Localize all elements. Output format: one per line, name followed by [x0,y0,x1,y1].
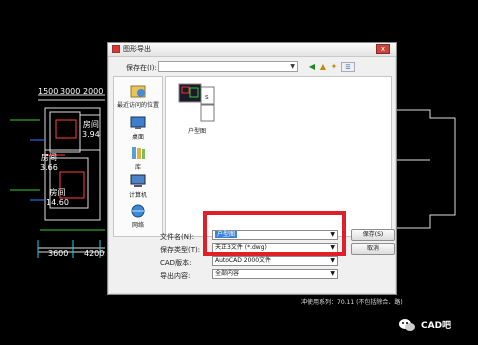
dialog-titlebar[interactable]: 图形导出 x [108,43,396,57]
recent-places-icon [129,83,147,99]
export-content-label: 导出内容: [160,272,191,280]
room-label-2: 房间 3.66 [40,153,58,172]
filename-label: 文件名(N): [160,233,195,241]
library-icon [129,145,147,161]
command-status-text: 冲使用系列：70.11 (不包括除合、路) [301,299,403,306]
chevron-down-icon: ▼ [330,257,335,264]
dim-top-1: 1500 [38,87,59,96]
place-library[interactable]: 库 [114,145,162,171]
wechat-icon [399,317,415,331]
back-icon[interactable]: ◀ [307,62,317,72]
up-folder-icon[interactable]: ▲ [318,62,328,72]
dim-bottom-1: 3600 [48,249,69,258]
dialog-title: 图形导出 [123,45,151,53]
place-label: 桌面 [131,134,144,141]
highlight-box [203,211,346,256]
save-in-select[interactable]: ▼ [158,61,298,72]
computer-icon [129,173,147,189]
svg-text:s: s [205,93,209,101]
room-label-1: 房间 3.94 [82,120,100,139]
cad-version-label: CAD版本: [160,259,192,267]
place-label: 库 [134,164,141,171]
watermark-text: CAD吧 [421,320,452,331]
place-desktop[interactable]: 桌面 [114,115,162,141]
chevron-down-icon: ▼ [330,270,335,277]
room-label-3: 房间 14.60 [46,188,69,207]
dim-top-3: 2000 [83,87,104,96]
save-button[interactable]: 保存(S) [351,229,395,241]
close-button[interactable]: x [376,44,390,54]
export-content-value: 全部内容 [215,270,240,277]
new-folder-icon[interactable]: ✦ [329,62,339,72]
drawing-thumbnail-icon: s [177,81,217,125]
watermark: CAD吧 [399,317,451,331]
place-label: 计算机 [128,192,147,199]
network-icon [129,203,147,219]
file-item-drawing[interactable]: s 户型图 [171,81,223,135]
file-name: 户型图 [187,128,206,135]
place-network[interactable]: 网络 [114,203,162,229]
cad-version-select[interactable]: AutoCAD 2000文件 ▼ [212,256,338,266]
filetype-label: 保存类型(T): [160,246,201,254]
cad-version-value: AutoCAD 2000文件 [215,257,272,264]
dim-top-2: 3000 [60,87,81,96]
cancel-button[interactable]: 取消 [351,243,395,255]
place-label: 网络 [131,222,144,229]
chevron-down-icon: ▼ [290,63,295,70]
place-computer[interactable]: 计算机 [114,173,162,199]
desktop-icon [129,115,147,131]
place-recent[interactable]: 最近访问的位置 [114,83,162,109]
dim-bottom-2: 4200 [84,249,105,258]
place-label: 最近访问的位置 [116,102,159,109]
view-menu-icon[interactable]: ☰ [341,62,355,72]
save-in-label: 保存在(I): [126,64,157,72]
export-dialog: 图形导出 x 保存在(I): ▼ ◀ ▲ ✦ ☰ 最近访问的位置 桌面 库 计算… [107,42,397,295]
export-content-select[interactable]: 全部内容 ▼ [212,269,338,279]
places-bar: 最近访问的位置 桌面 库 计算机 网络 [113,76,163,237]
app-icon [112,45,120,53]
